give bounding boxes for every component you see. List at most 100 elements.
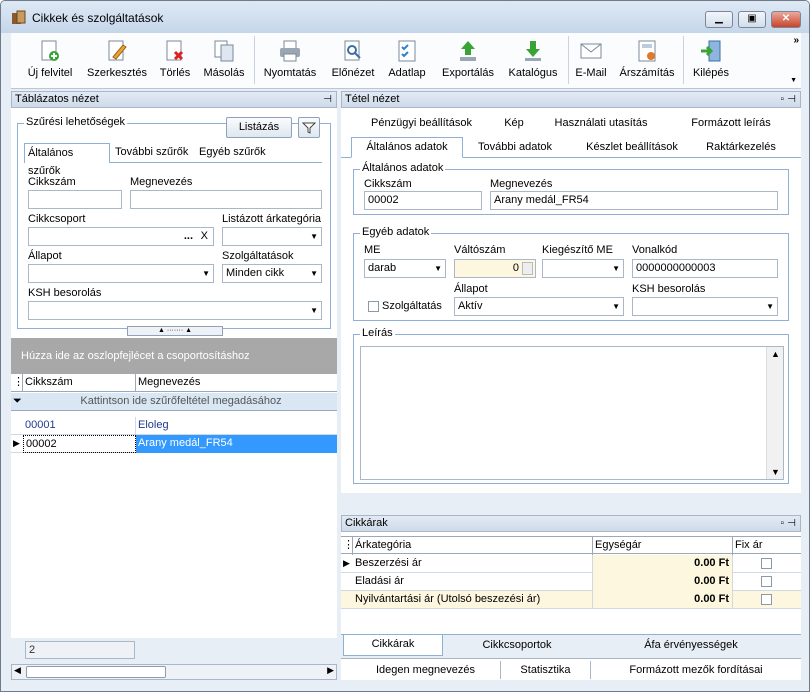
- filter-ksh-select[interactable]: ▼: [28, 301, 322, 320]
- scroll-up-icon[interactable]: ▲: [771, 349, 780, 359]
- fix-price-checkbox[interactable]: [761, 594, 772, 605]
- tab-other-filters[interactable]: Egyéb szűrők: [196, 143, 269, 163]
- toolbar-options-icon[interactable]: ▼: [790, 77, 797, 84]
- tab-general-data[interactable]: Általános adatok: [351, 137, 463, 158]
- code-input[interactable]: 00002: [364, 191, 482, 210]
- clear-button[interactable]: X: [201, 228, 208, 245]
- grid-footer: 2: [11, 638, 337, 664]
- scroll-left-icon[interactable]: ◀: [14, 665, 21, 676]
- ksh-select[interactable]: ▼: [632, 297, 778, 316]
- splitter-handle[interactable]: ▲ ······· ▲: [127, 326, 223, 336]
- tab-field-translations[interactable]: Formázott mezők fordításai: [601, 661, 791, 679]
- edit-button[interactable]: Szerkesztés: [85, 39, 149, 79]
- filter-name-input[interactable]: [130, 190, 322, 209]
- export-button[interactable]: Exportálás: [439, 39, 497, 79]
- tab-more-filters[interactable]: További szűrők: [112, 143, 191, 163]
- list-button[interactable]: Listázás: [226, 117, 292, 138]
- email-button[interactable]: E-Mail: [573, 39, 609, 79]
- tab-statistics[interactable]: Statisztika: [501, 661, 591, 679]
- copy-icon: [214, 40, 234, 62]
- tab-warehouse[interactable]: Raktárkezelés: [691, 138, 791, 156]
- table-row[interactable]: 00001 Eloleg: [11, 417, 337, 435]
- edit-icon: [108, 40, 127, 61]
- column-header-code[interactable]: Cikkszám: [23, 374, 136, 392]
- column-header-name[interactable]: Megnevezés: [136, 374, 336, 392]
- tab-prices[interactable]: Cikkárak: [343, 635, 443, 656]
- preview-button[interactable]: Előnézet: [329, 39, 377, 79]
- other-fieldset: Egyéb adatok ME Váltószám Kiegészítő ME …: [353, 226, 789, 321]
- new-item-button[interactable]: Új felvitel: [25, 39, 75, 79]
- column-chooser-icon[interactable]: ⋮: [11, 374, 23, 392]
- service-checkbox[interactable]: [368, 301, 379, 312]
- unit-select[interactable]: darab ▼: [364, 259, 446, 278]
- price-calc-button[interactable]: Árszámítás: [617, 39, 677, 79]
- barcode-input[interactable]: 0000000000003: [632, 259, 778, 278]
- aux-unit-select[interactable]: ▼: [542, 259, 624, 278]
- toolbar-overflow-button[interactable]: »: [793, 35, 799, 46]
- toolbar-separator: [254, 36, 255, 84]
- table-row-selected[interactable]: ▶ 00002 Arany medál_FR54: [11, 435, 337, 453]
- right-pane-title: Tétel nézet ▫ ⊣: [341, 91, 801, 108]
- ksh-label: KSH besorolás: [632, 283, 706, 295]
- float-icon[interactable]: ▫: [780, 516, 784, 531]
- chevron-down-icon: ▼: [310, 269, 318, 278]
- description-textarea[interactable]: ▲ ▼: [360, 346, 784, 480]
- filter-status-label: Állapot: [28, 250, 62, 262]
- pin-icon[interactable]: ⊣: [787, 92, 796, 107]
- close-button[interactable]: ✕: [771, 11, 801, 28]
- catalog-button[interactable]: Katalógus: [505, 39, 561, 79]
- ellipsis-button[interactable]: ...: [184, 228, 193, 245]
- status-select[interactable]: Aktív ▼: [454, 297, 624, 316]
- grid-filter-row[interactable]: ⏷ Kattintson ide szűrőfeltétel megadásáh…: [11, 393, 337, 411]
- float-icon[interactable]: ▫: [780, 92, 784, 107]
- pin-icon[interactable]: ⊣: [787, 516, 796, 531]
- tab-foreign-name[interactable]: Idegen megnevezés: [351, 661, 501, 679]
- record-count: 2: [25, 641, 135, 659]
- datasheet-button[interactable]: Adatlap: [385, 39, 429, 79]
- table-row[interactable]: ▶ Beszerzési ár 0.00 Ft: [341, 555, 801, 573]
- scroll-down-icon[interactable]: ▼: [771, 467, 780, 477]
- tab-general-filters[interactable]: Általános szűrők: [24, 143, 110, 177]
- fix-price-checkbox[interactable]: [761, 558, 772, 569]
- prices-pane-title: Cikkárak ▫ ⊣: [341, 515, 801, 532]
- tab-vat-validity[interactable]: Áfa érvényességek: [621, 636, 761, 654]
- fix-price-checkbox[interactable]: [761, 576, 772, 587]
- copy-button[interactable]: Másolás: [201, 39, 247, 79]
- app-icon: [12, 10, 26, 24]
- vertical-scrollbar[interactable]: ▲ ▼: [766, 347, 783, 479]
- scroll-thumb[interactable]: [26, 666, 166, 678]
- aux-unit-label: Kiegészítő ME: [542, 244, 613, 256]
- filter-status-select[interactable]: ▼: [28, 264, 214, 283]
- tab-item-groups[interactable]: Cikkcsoportok: [447, 636, 587, 654]
- exit-button[interactable]: Kilépés: [691, 39, 731, 79]
- filter-group-input[interactable]: ... X: [28, 227, 214, 246]
- calculator-icon[interactable]: [522, 262, 533, 275]
- description-fieldset: Leírás ▲ ▼: [353, 327, 789, 484]
- print-button[interactable]: Nyomtatás: [261, 39, 319, 79]
- delete-button[interactable]: Törlés: [155, 39, 195, 79]
- filter-code-input[interactable]: [28, 190, 122, 209]
- filter-funnel-button[interactable]: [298, 117, 320, 138]
- scroll-right-icon[interactable]: ▶: [327, 665, 334, 676]
- filter-pricecat-select[interactable]: ▼: [222, 227, 322, 246]
- tab-formatted-desc[interactable]: Formázott leírás: [673, 114, 789, 132]
- tab-usage[interactable]: Használati utasítás: [537, 114, 665, 132]
- tab-image[interactable]: Kép: [499, 114, 529, 132]
- filter-services-select[interactable]: Minden cikk ▼: [222, 264, 322, 283]
- table-row[interactable]: Nyilvántartási ár (Utolsó beszezési ár) …: [341, 591, 801, 609]
- prices-grid: ⋮ Árkategória Egységár Fix ár ▶ Beszerzé…: [341, 532, 801, 634]
- detail-tabs: Pénzügyi beállítások Kép Használati utas…: [341, 108, 801, 158]
- tab-more-data[interactable]: További adatok: [465, 138, 565, 156]
- tab-stock-settings[interactable]: Készlet beállítások: [577, 138, 687, 156]
- minimize-button[interactable]: ▁: [705, 11, 733, 28]
- horizontal-scrollbar[interactable]: ◀ ▶: [11, 664, 337, 680]
- name-input[interactable]: Arany medál_FR54: [490, 191, 778, 210]
- group-by-area[interactable]: Húzza ide az oszlopfejlécet a csoportosí…: [11, 338, 337, 374]
- conversion-input[interactable]: 0: [454, 259, 536, 278]
- filter-fieldset: Szűrési lehetőségek Listázás Általános s…: [17, 116, 331, 329]
- maximize-button[interactable]: ▣: [738, 11, 766, 28]
- table-row[interactable]: Eladási ár 0.00 Ft: [341, 573, 801, 591]
- pin-icon[interactable]: ⊣: [323, 92, 332, 107]
- tab-financial[interactable]: Pénzügyi beállítások: [349, 114, 494, 132]
- column-chooser-icon[interactable]: ⋮: [341, 537, 353, 555]
